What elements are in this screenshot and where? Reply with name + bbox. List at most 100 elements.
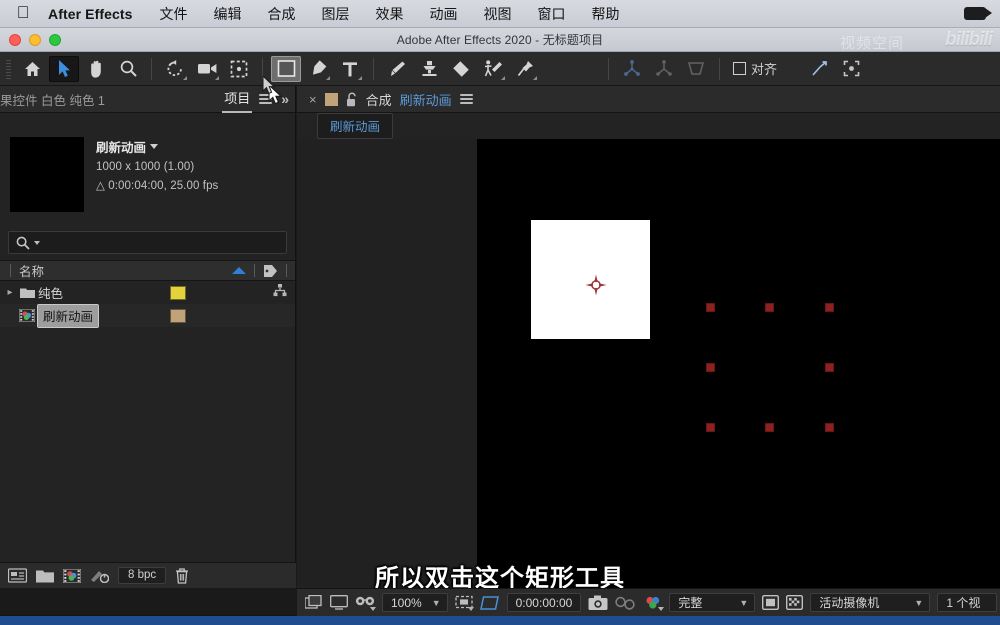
- anchor-point-tool-icon[interactable]: [224, 56, 254, 82]
- chevron-down-icon[interactable]: [150, 144, 159, 149]
- main-viewer-icon[interactable]: [330, 595, 348, 610]
- search-dropdown-caret-icon[interactable]: [34, 240, 40, 245]
- snapping-checkbox-icon[interactable]: [733, 62, 746, 75]
- snapping-toggle[interactable]: 对齐: [729, 59, 781, 78]
- mask-transform-icon[interactable]: [836, 56, 866, 82]
- zoom-level-select[interactable]: 100% ▼: [382, 593, 448, 612]
- label-color-swatch[interactable]: [170, 308, 186, 323]
- chevron-down-icon[interactable]: ▼: [914, 598, 923, 608]
- anchor-point-icon[interactable]: [585, 274, 607, 296]
- apple-logo-icon[interactable]: : [10, 4, 36, 23]
- delete-icon[interactable]: [175, 567, 189, 584]
- menu-item-layer[interactable]: 图层: [309, 4, 363, 24]
- camera-tool-icon[interactable]: [192, 56, 222, 82]
- breadcrumb[interactable]: 刷新动画: [317, 113, 394, 139]
- menu-item-file[interactable]: 文件: [147, 4, 201, 24]
- transparency-grid-icon[interactable]: [786, 595, 804, 610]
- panel-menu-icon[interactable]: [259, 92, 273, 106]
- resolution-select[interactable]: 完整 ▼: [669, 593, 756, 612]
- zoom-tool-icon[interactable]: [113, 56, 143, 82]
- eraser-tool-icon[interactable]: [446, 56, 476, 82]
- menu-item-effect[interactable]: 效果: [363, 4, 417, 24]
- new-composition-icon[interactable]: [63, 568, 81, 583]
- selection-handle-bottom-right[interactable]: [825, 423, 834, 432]
- label-tag-icon[interactable]: [263, 264, 278, 278]
- menu-item-composition[interactable]: 合成: [255, 4, 309, 24]
- macos-menu-bar:  After Effects 文件 编辑 合成 图层 效果 动画 视图 窗口 …: [0, 0, 1000, 28]
- toolbar-drag-grip[interactable]: [4, 57, 13, 80]
- screen-record-camera-icon[interactable]: [964, 7, 992, 20]
- composition-canvas[interactable]: [477, 139, 1000, 588]
- menu-item-view[interactable]: 视图: [471, 4, 525, 24]
- tab-project[interactable]: 项目: [222, 88, 253, 113]
- tab-effect-controls[interactable]: 果控件 白色 纯色 1: [0, 90, 111, 109]
- search-input[interactable]: [8, 231, 287, 254]
- selection-handle-bottom-left[interactable]: [706, 423, 715, 432]
- view-count-select[interactable]: 1 个视: [937, 593, 998, 612]
- selection-handle-top-left[interactable]: [706, 303, 715, 312]
- selection-handle-bottom-center[interactable]: [765, 423, 774, 432]
- table-row[interactable]: 刷新动画: [0, 303, 295, 328]
- home-icon[interactable]: [17, 56, 47, 82]
- always-preview-icon[interactable]: [305, 594, 323, 611]
- composition-label-swatch: [324, 92, 338, 106]
- bit-depth-button[interactable]: 8 bpc: [118, 567, 167, 584]
- channels-icon[interactable]: [644, 595, 665, 611]
- toggle-mask-icon[interactable]: [479, 595, 500, 611]
- pen-tool-icon[interactable]: [303, 56, 333, 82]
- table-row[interactable]: ▸ 纯色: [0, 281, 295, 304]
- label-color-swatch[interactable]: [170, 285, 186, 300]
- rectangle-tool-icon[interactable]: [271, 55, 301, 82]
- selection-tool-icon[interactable]: [49, 55, 79, 82]
- composition-tab-title[interactable]: 刷新动画: [400, 90, 452, 109]
- chevron-down-icon[interactable]: ▼: [432, 598, 441, 608]
- new-folder-icon[interactable]: [36, 569, 54, 583]
- puppet-pin-tool-icon[interactable]: [510, 56, 540, 82]
- menu-item-window[interactable]: 窗口: [525, 4, 579, 24]
- axis-view-icon[interactable]: [681, 56, 711, 82]
- expand-twisty-icon[interactable]: ▸: [0, 287, 16, 298]
- roto-brush-tool-icon[interactable]: [478, 56, 508, 82]
- snap-icon[interactable]: [804, 56, 834, 82]
- axis-3d-icon[interactable]: [617, 56, 647, 82]
- chevron-double-right-icon[interactable]: »: [281, 91, 289, 107]
- menu-app-name[interactable]: After Effects: [36, 6, 147, 22]
- roi-caret-icon[interactable]: [467, 606, 474, 611]
- selection-handle-middle-right[interactable]: [825, 363, 834, 372]
- hand-tool-icon[interactable]: [81, 56, 111, 82]
- composition-breadcrumb-row: 刷新动画: [297, 113, 1000, 139]
- text-tool-icon[interactable]: [335, 56, 365, 82]
- region-of-interest-icon[interactable]: [454, 595, 474, 611]
- sort-ascending-icon[interactable]: [232, 267, 246, 274]
- project-search-row: [0, 225, 295, 260]
- show-snapshot-icon[interactable]: [615, 595, 637, 611]
- menu-item-animation[interactable]: 动画: [417, 4, 471, 24]
- interpret-footage-icon[interactable]: [8, 568, 27, 583]
- axis-local-icon[interactable]: [649, 56, 679, 82]
- current-timecode[interactable]: 0:00:00:00: [506, 593, 582, 612]
- selection-handle-middle-left[interactable]: [706, 363, 715, 372]
- brush-tool-icon[interactable]: [382, 56, 412, 82]
- column-header-name[interactable]: 名称: [19, 261, 44, 280]
- rotation-tool-icon[interactable]: [160, 56, 190, 82]
- selection-handle-top-right[interactable]: [825, 303, 834, 312]
- panel-menu-icon[interactable]: [459, 92, 473, 106]
- chevron-down-icon[interactable]: ▼: [739, 598, 748, 608]
- share-composition-icon[interactable]: [273, 283, 287, 302]
- lock-open-icon[interactable]: [346, 92, 358, 107]
- 3d-view-caret-icon[interactable]: [370, 606, 376, 611]
- project-settings-icon[interactable]: [90, 568, 109, 583]
- selection-handle-top-center[interactable]: [765, 303, 774, 312]
- channels-caret-icon[interactable]: [658, 606, 665, 611]
- snapshot-icon[interactable]: [588, 595, 608, 611]
- clone-stamp-tool-icon[interactable]: [414, 56, 444, 82]
- menu-item-edit[interactable]: 编辑: [201, 4, 255, 24]
- composition-name-row[interactable]: 刷新动画: [96, 137, 218, 156]
- menu-item-help[interactable]: 帮助: [579, 4, 633, 24]
- close-tab-icon[interactable]: ×: [309, 92, 317, 107]
- camera-view-select[interactable]: 活动摄像机 ▼: [810, 593, 931, 612]
- list-item-label[interactable]: 刷新动画: [36, 303, 100, 328]
- 3d-glasses-icon[interactable]: [355, 595, 376, 611]
- toggle-alpha-icon[interactable]: [762, 595, 780, 610]
- composition-viewer[interactable]: [297, 139, 1000, 588]
